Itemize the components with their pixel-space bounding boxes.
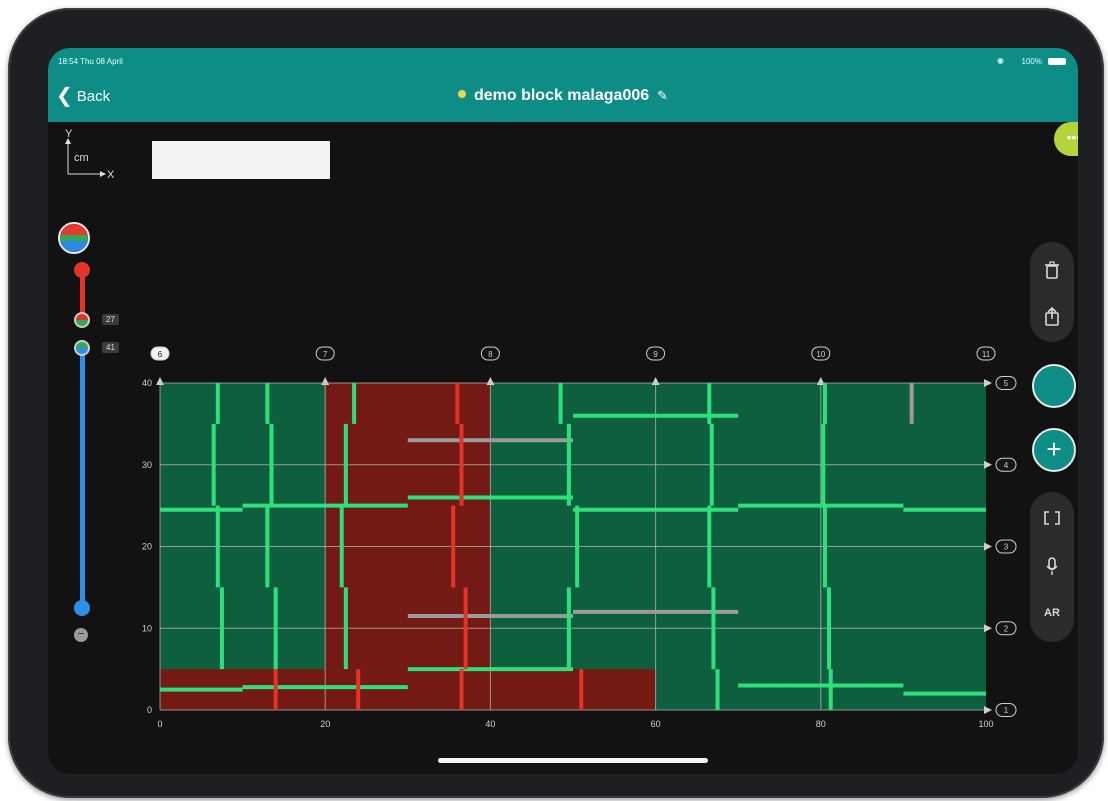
- axis-arrow-up: [321, 377, 330, 385]
- axes-arrows-icon: Y cm X: [65, 128, 115, 181]
- row-marker-label: 4: [1004, 461, 1009, 470]
- y-tick-label: 30: [142, 460, 152, 470]
- y-tick-label: 20: [142, 542, 152, 552]
- pencil-icon[interactable]: ✎: [657, 88, 668, 103]
- row-marker-label: 3: [1004, 543, 1009, 552]
- axis-arrow-up: [486, 377, 495, 385]
- row-marker-label: 1: [1004, 706, 1009, 715]
- axis-unit-label: cm: [74, 152, 89, 164]
- share-icon[interactable]: [1030, 298, 1074, 332]
- axis-arrow-right: [984, 542, 992, 551]
- battery-percent: 100%: [1021, 57, 1042, 66]
- status-dot-icon: [457, 89, 466, 98]
- layer-stack-icon[interactable]: [58, 222, 90, 254]
- y-tick-label: 40: [142, 378, 152, 388]
- project-name: demo block malaga006: [473, 87, 650, 104]
- row-marker-label: 2: [1004, 624, 1009, 633]
- status-time: 18:54 Thu 08 April: [58, 57, 123, 66]
- axis-arrow-right: [984, 460, 992, 469]
- slider-upper-handle[interactable]: [74, 312, 90, 328]
- brackets-icon[interactable]: [1030, 500, 1074, 534]
- microphone-icon[interactable]: [1030, 548, 1074, 582]
- ellipsis-icon[interactable]: •••: [1054, 122, 1078, 156]
- y-tick-label: 10: [142, 623, 152, 633]
- y-tick-label: 0: [147, 705, 152, 715]
- name-input-box[interactable]: [152, 141, 330, 179]
- row-marker-label: 5: [1004, 379, 1009, 388]
- home-indicator: [438, 758, 708, 763]
- axis-arrow-up: [651, 377, 660, 385]
- x-tick-label: 100: [978, 719, 993, 729]
- toolbar-bottom: AR: [1030, 492, 1074, 642]
- upper-handle-value: 27: [102, 314, 119, 325]
- collapse-icon[interactable]: −: [74, 628, 88, 642]
- x-tick-label: 40: [485, 719, 495, 729]
- navigation-bar: ❮ Back demo block malaga006 ✎: [48, 74, 1078, 122]
- page-title: demo block malaga006 ✎: [48, 87, 1078, 105]
- x-tick-label: 80: [816, 719, 826, 729]
- column-marker-label: 8: [488, 350, 493, 359]
- status-bar: 18:54 Thu 08 April ◉ 100%: [48, 48, 1078, 74]
- slider-blue-rail: [80, 346, 85, 608]
- tablet-frame: 18:54 Thu 08 April ◉ 100% ❮ Back demo bl…: [8, 8, 1104, 798]
- column-marker-label: 10: [816, 350, 825, 359]
- column-marker-label: 9: [653, 350, 658, 359]
- axis-arrow-right: [984, 379, 992, 387]
- battery-icon: [1048, 58, 1066, 65]
- trash-icon[interactable]: [1030, 252, 1074, 286]
- plan-chart[interactable]: 0 20 40 60 80 1000102030406 7 8 9 10 1112345: [128, 344, 1018, 730]
- x-tick-label: 20: [320, 719, 330, 729]
- column-marker-label: 6: [158, 350, 163, 359]
- x-tick-label: 0: [157, 719, 162, 729]
- x-tick-label: 60: [651, 719, 661, 729]
- axis-arrow-right: [984, 706, 992, 714]
- slider-top-handle[interactable]: [74, 262, 90, 278]
- wifi-icon: ◉: [997, 56, 1004, 65]
- app-screen: 18:54 Thu 08 April ◉ 100% ❮ Back demo bl…: [48, 48, 1078, 774]
- plus-icon[interactable]: +: [1032, 428, 1076, 472]
- axis-arrow-right: [984, 624, 992, 633]
- slider-bottom-handle[interactable]: [74, 600, 90, 616]
- column-marker-label: 7: [323, 350, 328, 359]
- axis-x-label: X: [107, 169, 115, 181]
- column-marker-label: 11: [982, 350, 991, 359]
- color-picker-button[interactable]: [1032, 364, 1076, 408]
- axis-indicator: Y cm X: [56, 128, 116, 186]
- lower-handle-value: 41: [102, 342, 119, 353]
- slider-lower-handle[interactable]: [74, 340, 90, 356]
- ar-label: AR: [1044, 607, 1060, 619]
- axis-arrow-up: [156, 377, 164, 385]
- ar-icon[interactable]: AR: [1030, 596, 1074, 630]
- toolbar-top: [1030, 242, 1074, 342]
- axis-y-label: Y: [65, 128, 73, 140]
